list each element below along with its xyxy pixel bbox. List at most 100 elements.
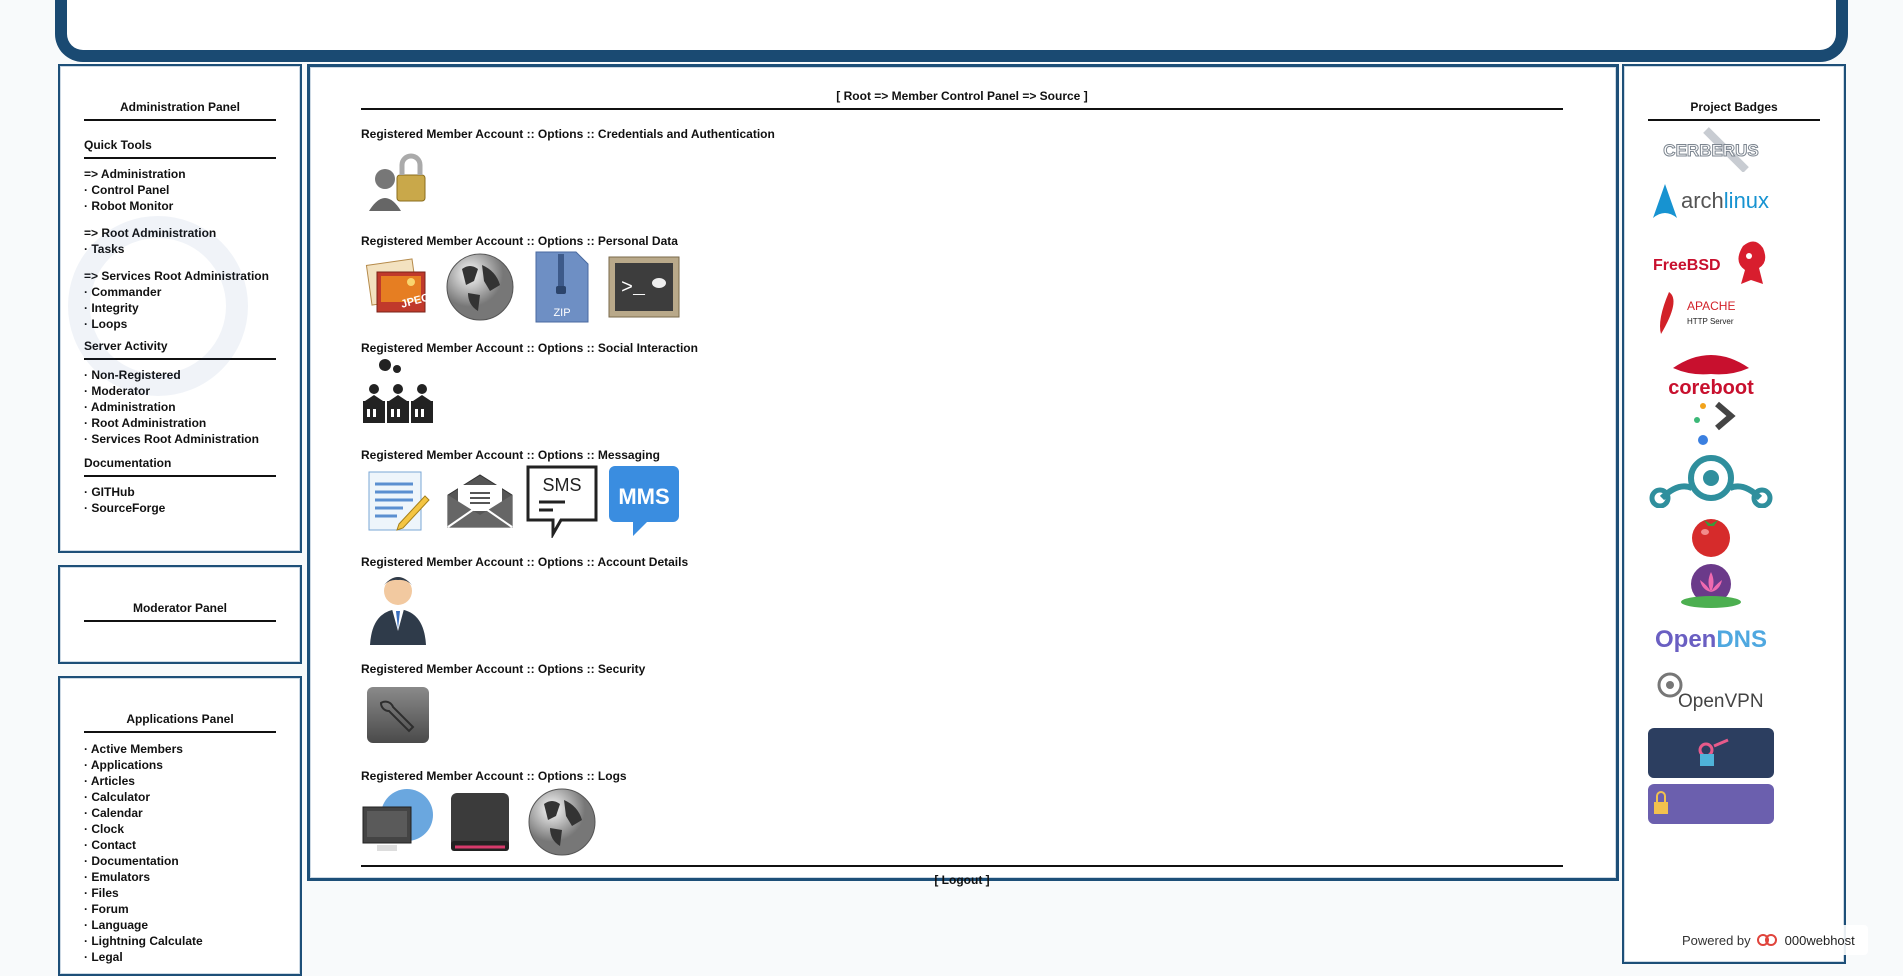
quick-tools-link[interactable]: Robot Monitor xyxy=(84,198,276,214)
server-activity-link[interactable]: Moderator xyxy=(84,383,276,399)
globe-icon[interactable] xyxy=(443,250,517,324)
lock-user-icon[interactable] xyxy=(361,143,435,217)
svg-text:SMS: SMS xyxy=(542,475,581,495)
application-link[interactable]: Calculator xyxy=(84,789,276,805)
icon-row xyxy=(361,785,1563,859)
jpeg-photo-icon[interactable]: JPEG xyxy=(361,250,435,324)
svg-text:OpenVPN: OpenVPN xyxy=(1678,691,1764,712)
terminal-icon[interactable]: >_ xyxy=(607,250,681,324)
server-activity-link[interactable]: Non-Registered xyxy=(84,367,276,383)
notepad-icon[interactable] xyxy=(361,464,435,538)
svg-text:MMS: MMS xyxy=(618,484,669,509)
businessman-icon[interactable] xyxy=(361,571,435,645)
lineageos-badge[interactable] xyxy=(1648,452,1774,508)
svg-text:>_: >_ xyxy=(621,277,646,300)
application-link[interactable]: Documentation xyxy=(84,853,276,869)
application-link[interactable]: Language xyxy=(84,917,276,933)
logout-link[interactable]: Logout xyxy=(942,873,983,887)
quick-tools-link[interactable]: Loops xyxy=(84,316,276,332)
server-activity-list: Non-RegisteredModeratorAdministrationRoo… xyxy=(84,367,276,447)
quick-tools-link[interactable]: Tasks xyxy=(84,241,276,257)
applications-panel: Applications Panel Active MembersApplica… xyxy=(58,676,302,976)
icon-row: JPEG ZIP >_ xyxy=(361,250,1563,324)
wrench-icon[interactable] xyxy=(361,678,435,752)
application-link[interactable]: Applications xyxy=(84,757,276,773)
application-link[interactable]: Clock xyxy=(84,821,276,837)
application-link[interactable]: Active Members xyxy=(84,741,276,757)
server-activity-link[interactable]: Root Administration xyxy=(84,415,276,431)
archlinux-badge[interactable]: archlinux xyxy=(1648,180,1774,222)
panel-title: Project Badges xyxy=(1648,100,1820,121)
server-activity-link[interactable]: Services Root Administration xyxy=(84,431,276,447)
option-group: Registered Member Account :: Options :: … xyxy=(361,662,1563,752)
freebsd-badge[interactable]: FreeBSD xyxy=(1648,236,1774,288)
quick-tools-list: AdministrationControl PanelRobot Monitor… xyxy=(84,166,276,332)
application-link[interactable]: Articles xyxy=(84,773,276,789)
applications-list: Active MembersApplicationsArticlesCalcul… xyxy=(84,741,276,965)
cerberus-badge[interactable]: CERBERUS xyxy=(1648,126,1774,172)
application-link[interactable]: Files xyxy=(84,885,276,901)
tomato-badge[interactable] xyxy=(1648,510,1774,558)
option-group-title: Registered Member Account :: Options :: … xyxy=(361,234,678,248)
application-link[interactable]: Forum xyxy=(84,901,276,917)
application-link[interactable]: Legal xyxy=(84,949,276,965)
option-group: Registered Member Account :: Options :: … xyxy=(361,555,1563,645)
option-group: Registered Member Account :: Options :: … xyxy=(361,234,1563,324)
breadcrumb-path[interactable]: Root => Member Control Panel => Source xyxy=(844,89,1081,103)
documentation-link[interactable]: SourceForge xyxy=(84,500,276,516)
drive-icon[interactable] xyxy=(443,785,517,859)
documentation-list: GITHubSourceForge xyxy=(84,484,276,516)
mms-icon[interactable]: MMS xyxy=(607,464,681,538)
powered-by-brand: 000webhost xyxy=(1784,932,1855,948)
svg-text:CERBERUS: CERBERUS xyxy=(1663,141,1758,160)
option-group-title: Registered Member Account :: Options :: … xyxy=(361,341,698,355)
header-banner xyxy=(55,0,1848,62)
zip-file-icon[interactable]: ZIP xyxy=(525,250,599,324)
powered-by-label: Powered by xyxy=(1682,932,1751,948)
svg-text:ZIP: ZIP xyxy=(553,307,570,319)
powered-by-badge[interactable]: Powered by 000webhost xyxy=(1668,925,1868,955)
svg-text:APACHE: APACHE xyxy=(1687,299,1735,313)
globe-icon[interactable] xyxy=(525,785,599,859)
application-link[interactable]: Contact xyxy=(84,837,276,853)
opendns-badge[interactable]: OpenDNS xyxy=(1648,619,1774,659)
option-group-title: Registered Member Account :: Options :: … xyxy=(361,769,627,783)
list-gap xyxy=(84,214,276,225)
monitor-globe-icon[interactable] xyxy=(361,785,435,859)
apache-badge[interactable]: APACHE HTTP Server xyxy=(1648,290,1774,336)
svg-text:OpenDNS: OpenDNS xyxy=(1655,626,1767,653)
application-link[interactable]: Calendar xyxy=(84,805,276,821)
breadcrumb-close: ] xyxy=(1083,89,1088,103)
lotus-badge[interactable] xyxy=(1648,562,1774,612)
svg-text:archlinux: archlinux xyxy=(1681,188,1769,213)
quick-tools-link[interactable]: Control Panel xyxy=(84,182,276,198)
server-activity-link[interactable]: Administration xyxy=(84,399,276,415)
prompt-badge[interactable] xyxy=(1648,400,1774,446)
breadcrumb-open: [ xyxy=(836,89,841,103)
documentation-link[interactable]: GITHub xyxy=(84,484,276,500)
application-link[interactable]: Lightning Calculate xyxy=(84,933,276,949)
logout-bar: [ Logout ] xyxy=(361,865,1563,887)
conference-icon[interactable] xyxy=(361,357,435,431)
option-group: Registered Member Account :: Options :: … xyxy=(361,448,1563,538)
sms-icon[interactable]: SMS xyxy=(525,464,599,538)
lock-badge[interactable] xyxy=(1648,784,1774,824)
option-group-title: Registered Member Account :: Options :: … xyxy=(361,448,660,462)
webhost-logo-icon xyxy=(1756,934,1777,946)
option-group: Registered Member Account :: Options :: … xyxy=(361,341,1563,431)
panel-title: Administration Panel xyxy=(84,100,276,121)
quick-tools-link[interactable]: Commander xyxy=(84,284,276,300)
application-link[interactable]: Emulators xyxy=(84,869,276,885)
keys-badge[interactable] xyxy=(1648,728,1774,778)
quick-tools-group-link[interactable]: Services Root Administration xyxy=(84,268,276,284)
coreboot-badge[interactable]: coreboot xyxy=(1648,346,1774,400)
envelope-icon[interactable] xyxy=(443,464,517,538)
quick-tools-group-link[interactable]: Root Administration xyxy=(84,225,276,241)
openvpn-badge[interactable]: OpenVPN xyxy=(1648,669,1774,713)
quick-tools-link[interactable]: Integrity xyxy=(84,300,276,316)
quick-tools-group-link[interactable]: Administration xyxy=(84,166,276,182)
icon-row xyxy=(361,143,1563,217)
logout-close: ] xyxy=(985,873,990,887)
option-group-title: Registered Member Account :: Options :: … xyxy=(361,662,646,676)
logout-open: [ xyxy=(934,873,939,887)
